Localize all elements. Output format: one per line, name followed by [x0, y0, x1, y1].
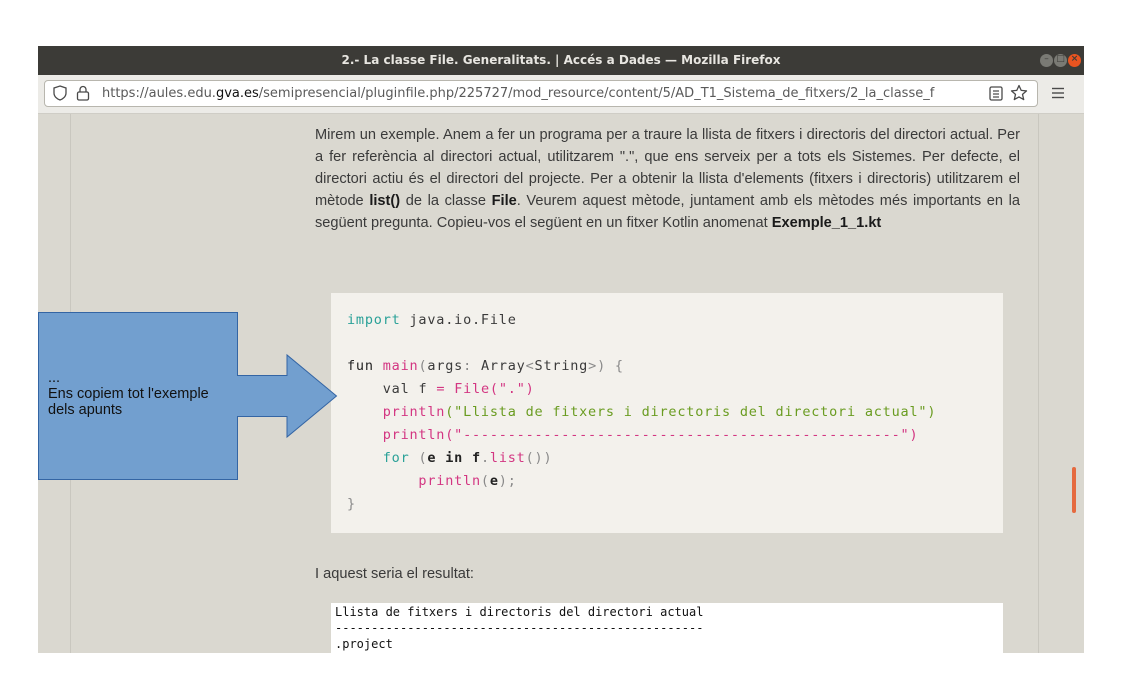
paragraph-text: de la classe: [400, 193, 492, 209]
code-keyword: for: [382, 450, 410, 466]
kotlin-code: import java.io.File fun main ( args: Array…: [347, 309, 936, 516]
code-function: list: [489, 450, 526, 466]
url-bar[interactable]: https://aules.edu.gva.es/semipresencial/…: [44, 80, 1038, 107]
code-punct: ) {: [597, 358, 624, 374]
code-text: f: [409, 381, 437, 397]
url-domain: gva.es: [215, 86, 259, 101]
code-text: String: [534, 358, 589, 374]
code-text: e: [489, 473, 499, 489]
code-punct: >: [588, 358, 598, 374]
bookmark-star-icon[interactable]: [1010, 84, 1028, 102]
output-line: ----------------------------------------…: [335, 621, 704, 635]
close-icon: ×: [1070, 54, 1079, 64]
callout-text: ... Ens copiem tot l'exemple dels apunts: [48, 370, 209, 418]
code-text: java.io.File: [400, 312, 517, 328]
method-name: list(): [369, 193, 401, 209]
code-keyword: val: [382, 381, 410, 397]
reader-view-icon[interactable]: [989, 86, 1003, 101]
class-name: File: [491, 193, 517, 209]
result-label: I aquest seria el resultat:: [315, 566, 474, 582]
code-string: ("--------------------------------------…: [445, 427, 919, 443]
output-line: .project: [335, 637, 393, 651]
code-punct: .: [480, 450, 490, 466]
minimize-button[interactable]: –: [1040, 54, 1053, 67]
code-punct: );: [498, 473, 517, 489]
code-punct: (: [409, 450, 428, 466]
code-string: ("."): [489, 381, 535, 397]
lock-icon[interactable]: [76, 85, 90, 101]
code-function: main: [382, 358, 419, 374]
maximize-icon: □: [1056, 54, 1065, 64]
scrollbar-thumb[interactable]: [1072, 467, 1076, 513]
code-text: args: [427, 358, 464, 374]
url-path: /semipresencial/pluginfile.php/225727/mo…: [258, 86, 935, 101]
code-keyword: fun: [347, 358, 374, 374]
right-column-border: [1038, 114, 1039, 653]
intro-paragraph: Mirem un exemple. Anem a fer un programa…: [315, 124, 1020, 234]
code-punct: <: [525, 358, 535, 374]
code-keyword: import: [347, 312, 401, 328]
code-function: println: [382, 427, 446, 443]
url-prefix: https://aules.edu.: [102, 86, 216, 101]
menu-icon[interactable]: [1051, 87, 1065, 99]
title-bar[interactable]: 2.- La classe File. Generalitats. | Accé…: [38, 46, 1084, 75]
window-title: 2.- La classe File. Generalitats. | Accé…: [341, 53, 781, 67]
maximize-button[interactable]: □: [1054, 54, 1067, 67]
code-punct: :: [463, 358, 481, 374]
code-string: ("Llista de fitxers i directoris del dir…: [445, 404, 937, 420]
code-function: println: [382, 404, 446, 420]
code-punct: }: [347, 496, 356, 512]
code-punct: ()): [525, 450, 553, 466]
file-name: Exemple_1_1.kt: [771, 215, 882, 231]
output-line: Llista de fitxers i directoris del direc…: [335, 605, 704, 619]
code-function: File: [454, 381, 490, 397]
output-block: Llista de fitxers i directoris del direc…: [331, 603, 1003, 653]
shield-icon[interactable]: [53, 85, 67, 101]
navigation-toolbar: https://aules.edu.gva.es/semipresencial/…: [38, 75, 1084, 114]
code-text: Array: [480, 358, 526, 374]
url-text[interactable]: https://aules.edu.gva.es/semipresencial/…: [102, 86, 934, 101]
output-text: Llista de fitxers i directoris del direc…: [331, 603, 1003, 653]
code-function: println: [418, 473, 481, 489]
code-operator: =: [436, 381, 446, 397]
close-button[interactable]: ×: [1068, 54, 1081, 67]
minimize-icon: –: [1044, 54, 1049, 64]
code-punct: (: [480, 473, 490, 489]
code-text: e in f: [427, 450, 481, 466]
code-block[interactable]: import java.io.File fun main ( args: Array…: [331, 293, 1003, 533]
